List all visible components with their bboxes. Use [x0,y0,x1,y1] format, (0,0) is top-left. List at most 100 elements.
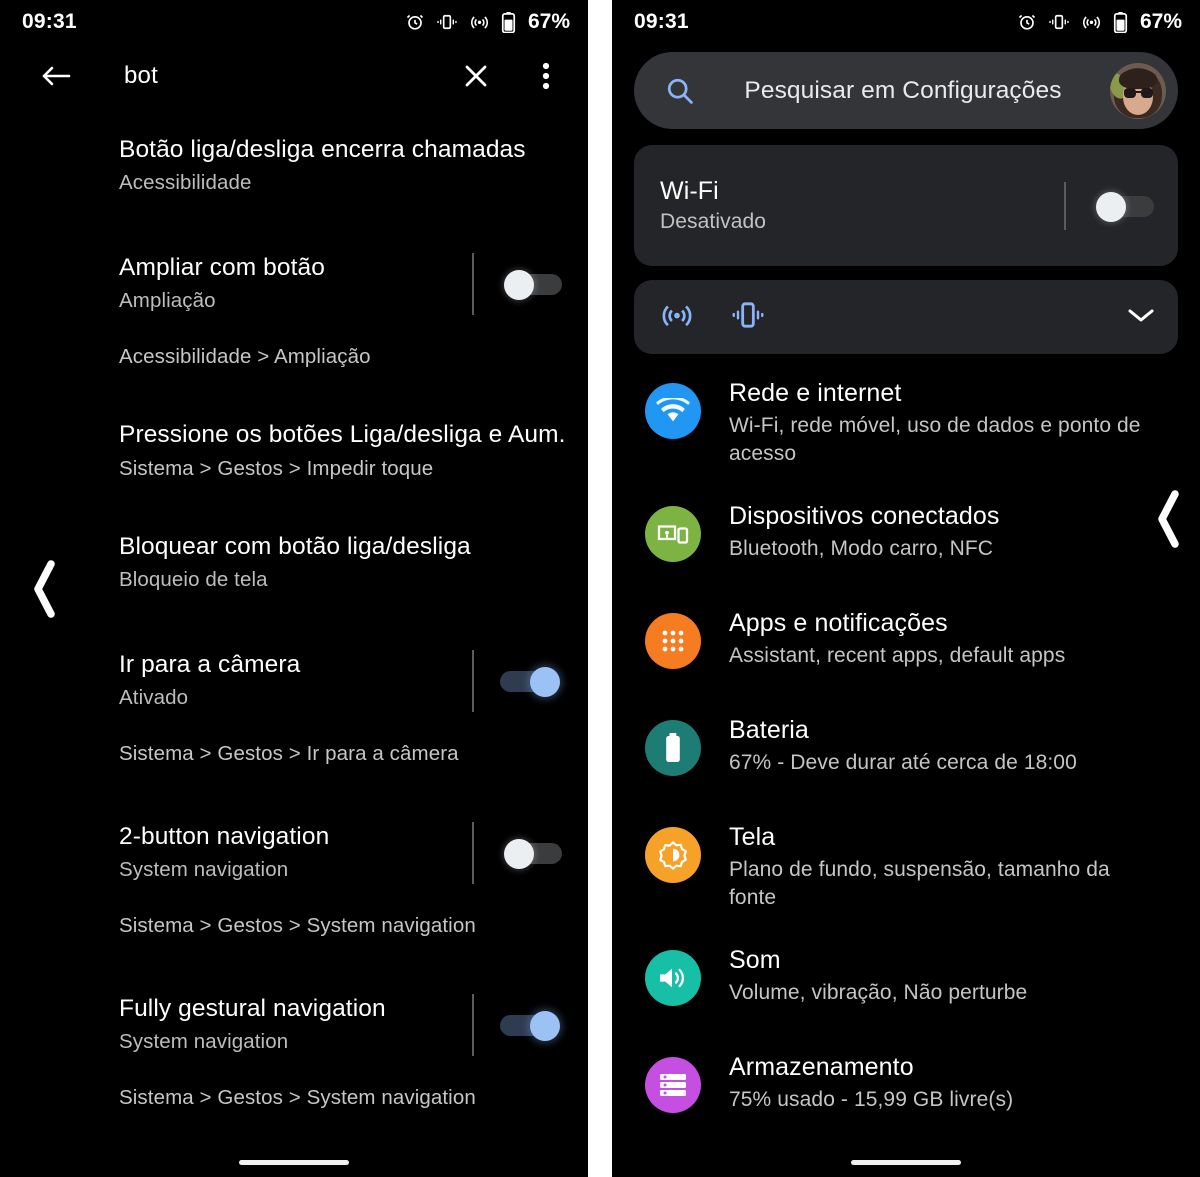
search-results-list: Botão liga/desliga encerra chamadas Aces… [0,108,588,1110]
battery-icon [645,720,701,777]
search-result-item[interactable]: Botão liga/desliga encerra chamadas Aces… [0,134,588,197]
settings-item-subtitle: Plano de fundo, suspensão, tamanho da fo… [729,858,1110,910]
settings-items-list: Rede e internet Wi-Fi, rede móvel, uso d… [612,354,1200,1126]
overflow-menu-icon[interactable] [526,56,566,96]
gesture-nav-pill [239,1160,349,1165]
settings-item-subtitle: Volume, vibração, Não perturbe [729,981,1028,1005]
quick-settings-card[interactable] [634,280,1178,354]
result-title: 2-button navigation [119,823,330,851]
left-phone-screen: 09:31 67% bot Botão liga/desliga encerra… [0,0,588,1177]
search-result-item[interactable]: Bloquear com botão liga/desliga Bloqueio… [0,531,588,594]
result-subtitle: Ativado [119,686,189,710]
brightness-icon [645,827,701,884]
result-title: Pressione os botões Liga/desliga e Aum.. [119,420,564,448]
status-bar-right: 09:31 67% [612,0,1200,44]
status-bar-left: 09:31 67% [0,0,588,44]
apps-grid-icon [645,613,701,670]
previous-screen-chevron-icon[interactable] [30,558,58,625]
result-subtitle: Bloqueio de tela [119,567,268,591]
right-phone-screen: 09:31 67% Pesquisar em Configurações Wi-… [612,0,1200,1177]
vibrate-icon [436,12,458,32]
search-result-item[interactable]: Pressione os botões Liga/desliga e Aum..… [0,419,588,481]
vibrate-icon[interactable] [730,299,766,336]
wifi-card-subtitle: Desativado [660,210,767,233]
result-toggle[interactable] [472,644,564,718]
settings-item-title: Armazenamento [729,1053,914,1082]
result-breadcrumb: Sistema > Gestos > System navigation [119,1085,476,1109]
close-icon[interactable] [456,56,496,96]
wifi-quick-card[interactable]: Wi-Fi Desativado [634,145,1178,266]
hotspot-icon [1081,12,1102,32]
settings-item-subtitle: Bluetooth, Modo carro, NFC [729,537,994,561]
settings-item-title: Dispositivos conectados [729,502,1000,531]
settings-item-sound[interactable]: Som Volume, vibração, Não perturbe [612,945,1200,1019]
wifi-toggle[interactable] [1064,176,1156,236]
gesture-nav-pill [851,1160,961,1165]
status-battery-percent: 67% [1139,10,1182,33]
settings-item-title: Rede e internet [729,379,902,407]
search-icon [660,75,700,107]
vibrate-icon [1048,12,1070,32]
settings-item-connected-devices[interactable]: Dispositivos conectados Bluetooth, Modo … [612,501,1200,575]
settings-item-title: Apps e notificações [729,609,948,638]
chevron-down-icon[interactable] [1126,305,1156,330]
avatar[interactable] [1110,62,1166,119]
settings-item-subtitle: 75% usado - 15,99 GB livre(s) [729,1088,1014,1112]
result-breadcrumb: Sistema > Gestos > Ir para a câmera [119,741,459,765]
status-time: 09:31 [22,10,77,33]
result-title: Ampliar com botão [119,254,325,282]
storage-icon [645,1057,701,1114]
settings-item-storage[interactable]: Armazenamento 75% usado - 15,99 GB livre… [612,1052,1200,1126]
settings-item-apps[interactable]: Apps e notificações Assistant, recent ap… [612,608,1200,682]
panel-divider [588,0,612,1177]
result-subtitle: Acessibilidade [119,170,252,194]
status-battery-percent: 67% [527,10,570,33]
hotspot-icon[interactable] [660,298,694,337]
back-button[interactable] [36,56,76,96]
wifi-card-title: Wi-Fi [660,177,719,205]
search-result-item[interactable]: Fully gestural navigation System navigat… [0,988,588,1110]
settings-item-battery[interactable]: Bateria 67% - Deve durar até cerca de 18… [612,715,1200,789]
previous-screen-chevron-icon[interactable] [1154,488,1182,555]
screenshot-stage: 09:31 67% bot Botão liga/desliga encerra… [0,0,1200,1177]
result-breadcrumb: Acessibilidade > Ampliação [119,344,371,368]
wifi-icon [645,383,701,439]
result-toggle[interactable] [472,816,564,890]
result-title: Fully gestural navigation [119,995,386,1023]
result-toggle[interactable] [472,247,564,321]
search-input[interactable]: Pesquisar em Configurações [700,77,1110,105]
settings-search-bar[interactable]: Pesquisar em Configurações [634,52,1178,129]
settings-item-subtitle: Assistant, recent apps, default apps [729,644,1066,668]
alarm-icon [405,12,425,32]
result-toggle[interactable] [472,988,564,1062]
search-result-item[interactable]: Ir para a câmera Ativado Sistema > Gesto… [0,644,588,766]
status-icon-group: 67% [1017,10,1182,34]
settings-item-subtitle: Wi-Fi, rede móvel, uso de dados e ponto … [729,414,1141,466]
settings-item-display[interactable]: Tela Plano de fundo, suspensão, tamanho … [612,822,1200,912]
alarm-icon [1017,12,1037,32]
result-title: Bloquear com botão liga/desliga [119,532,471,560]
settings-item-title: Som [729,946,781,975]
search-result-item[interactable]: Ampliar com botão Ampliação Acessibilida… [0,247,588,369]
status-time: 09:31 [634,10,689,33]
settings-item-title: Bateria [729,716,809,745]
battery-icon [1113,11,1128,33]
search-result-item[interactable]: 2-button navigation System navigation Si… [0,816,588,938]
hotspot-icon [469,12,490,32]
result-breadcrumb: Sistema > Gestos > System navigation [119,913,476,937]
search-query-text[interactable]: bot [124,62,158,90]
result-subtitle: Ampliação [119,289,216,313]
result-title: Botão liga/desliga encerra chamadas [119,136,526,163]
volume-icon [645,950,701,1007]
settings-item-title: Tela [729,823,776,852]
result-breadcrumb: Sistema > Gestos > Impedir toque [119,456,434,480]
result-title: Ir para a câmera [119,651,301,679]
connected-devices-icon [645,506,701,563]
settings-item-subtitle: 67% - Deve durar até cerca de 18:00 [729,751,1077,775]
settings-item-network[interactable]: Rede e internet Wi-Fi, rede móvel, uso d… [612,378,1200,468]
result-subtitle: System navigation [119,1030,289,1054]
search-app-bar: bot [0,44,588,108]
battery-icon [501,11,516,33]
status-icon-group: 67% [405,10,570,34]
result-subtitle: System navigation [119,858,289,882]
